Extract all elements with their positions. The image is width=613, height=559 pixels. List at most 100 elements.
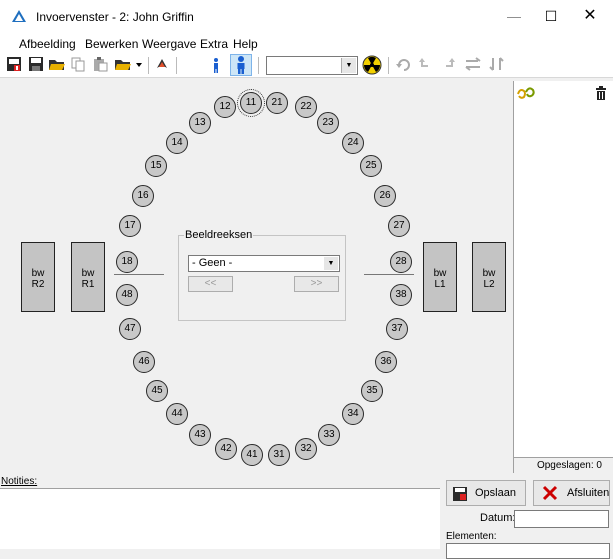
bitewing-side: L1 bbox=[434, 279, 446, 290]
rotate-icon[interactable] bbox=[396, 56, 414, 74]
tooth-34[interactable]: 34 bbox=[342, 403, 364, 425]
flip-horizontal-icon[interactable] bbox=[464, 56, 482, 74]
menu-afbeelding[interactable]: Afbeelding bbox=[19, 37, 76, 51]
jaw-divider-left bbox=[364, 274, 414, 275]
tooth-13[interactable]: 13 bbox=[189, 112, 211, 134]
tooth-18[interactable]: 18 bbox=[116, 251, 138, 273]
datum-input[interactable] bbox=[514, 510, 609, 528]
tooth-chart-canvas: 11 21 12 22 13 23 14 24 15 25 16 26 17 2… bbox=[0, 81, 512, 473]
tooth-25[interactable]: 25 bbox=[360, 155, 382, 177]
tooth-44[interactable]: 44 bbox=[166, 403, 188, 425]
tooth-17[interactable]: 17 bbox=[119, 215, 141, 237]
bitewing-label: bw bbox=[433, 268, 447, 279]
beeldreeksen-group: Beeldreeksen - Geen - ▼ << >> bbox=[178, 229, 346, 321]
bitewing-r2[interactable]: bw R2 bbox=[21, 242, 55, 312]
toolbar-separator bbox=[176, 57, 177, 74]
tooth-28[interactable]: 28 bbox=[390, 251, 412, 273]
close-button[interactable]: Afsluiten bbox=[533, 480, 610, 506]
person-small-icon[interactable] bbox=[208, 56, 226, 74]
bitewing-side: R1 bbox=[81, 279, 95, 290]
tooth-22[interactable]: 22 bbox=[295, 96, 317, 118]
tooth-23[interactable]: 23 bbox=[317, 112, 339, 134]
close-button-label: Afsluiten bbox=[567, 487, 610, 499]
redo-icon[interactable] bbox=[440, 56, 458, 74]
previous-series-button[interactable]: << bbox=[188, 276, 233, 292]
menu-weergave[interactable]: Weergave bbox=[142, 37, 196, 51]
tooth-46[interactable]: 46 bbox=[133, 351, 155, 373]
toolbar-separator bbox=[148, 57, 149, 74]
app-logo-icon bbox=[12, 10, 26, 25]
undo-icon[interactable] bbox=[418, 56, 436, 74]
beeldreeksen-select[interactable]: - Geen - ▼ bbox=[188, 255, 340, 272]
link-images-icon[interactable] bbox=[516, 86, 536, 103]
bitewing-l1[interactable]: bw L1 bbox=[423, 242, 457, 312]
open-folder-icon[interactable] bbox=[48, 56, 66, 74]
bitewing-r1[interactable]: bw R1 bbox=[71, 242, 105, 312]
menu-help[interactable]: Help bbox=[233, 37, 258, 51]
menu-bewerken[interactable]: Bewerken bbox=[85, 37, 138, 51]
beeldreeksen-value: - Geen - bbox=[192, 257, 233, 269]
elementen-list[interactable] bbox=[446, 543, 610, 559]
tooth-11[interactable]: 11 bbox=[237, 89, 265, 117]
radiation-icon[interactable] bbox=[362, 55, 382, 75]
tooth-15[interactable]: 15 bbox=[145, 155, 167, 177]
close-window-button[interactable]: ✕ bbox=[567, 0, 613, 34]
settings-icon[interactable] bbox=[154, 56, 172, 74]
tooth-45[interactable]: 45 bbox=[146, 380, 168, 402]
tooth-42[interactable]: 42 bbox=[215, 438, 237, 460]
next-series-button[interactable]: >> bbox=[294, 276, 339, 292]
tooth-32[interactable]: 32 bbox=[295, 438, 317, 460]
person-large-icon[interactable] bbox=[230, 54, 252, 76]
bitewing-side: L2 bbox=[483, 279, 495, 290]
bitewing-label: bw bbox=[81, 268, 95, 279]
notes-textarea[interactable] bbox=[0, 488, 440, 549]
toolbar-combo[interactable]: ▼ bbox=[266, 56, 358, 75]
notes-footer bbox=[0, 549, 440, 559]
chevron-down-icon[interactable]: ▼ bbox=[341, 58, 356, 73]
saved-images-panel: Opgeslagen: 0 bbox=[513, 81, 613, 473]
tooth-47[interactable]: 47 bbox=[119, 318, 141, 340]
new-icon[interactable] bbox=[6, 56, 24, 74]
tooth-31[interactable]: 31 bbox=[268, 444, 290, 466]
copy-icon[interactable] bbox=[70, 56, 88, 74]
tooth-12[interactable]: 12 bbox=[214, 96, 236, 118]
tooth-16[interactable]: 16 bbox=[132, 185, 154, 207]
paste-icon[interactable] bbox=[92, 56, 110, 74]
save-button-label: Opslaan bbox=[475, 487, 516, 499]
menu-extra[interactable]: Extra bbox=[200, 37, 228, 51]
tooth-36[interactable]: 36 bbox=[375, 351, 397, 373]
tooth-33[interactable]: 33 bbox=[318, 424, 340, 446]
tooth-48[interactable]: 48 bbox=[116, 284, 138, 306]
tooth-43[interactable]: 43 bbox=[189, 424, 211, 446]
notes-label: Notities: bbox=[1, 476, 38, 487]
save-icon bbox=[453, 486, 467, 510]
tooth-41[interactable]: 41 bbox=[241, 444, 263, 466]
tooth-26[interactable]: 26 bbox=[374, 185, 396, 207]
bitewing-side: R2 bbox=[31, 279, 45, 290]
tooth-24[interactable]: 24 bbox=[342, 132, 364, 154]
datum-label: Datum: bbox=[480, 512, 516, 524]
open-dropdown-icon[interactable] bbox=[114, 56, 144, 74]
tooth-21[interactable]: 21 bbox=[266, 92, 288, 114]
close-icon bbox=[542, 485, 558, 510]
title-bar: Invoervenster - 2: John Griffin — ☐ ✕ bbox=[0, 0, 613, 34]
bitewing-l2[interactable]: bw L2 bbox=[472, 242, 506, 312]
window-title: Invoervenster - 2: John Griffin bbox=[36, 10, 194, 24]
bitewing-label: bw bbox=[482, 268, 496, 279]
toolbar: ▼ bbox=[0, 54, 613, 78]
elementen-label: Elementen: bbox=[446, 531, 497, 542]
tooth-37[interactable]: 37 bbox=[386, 318, 408, 340]
save-button[interactable]: Opslaan bbox=[446, 480, 526, 506]
jaw-divider-right bbox=[114, 274, 164, 275]
tooth-27[interactable]: 27 bbox=[388, 215, 410, 237]
chevron-down-icon[interactable]: ▼ bbox=[324, 257, 338, 270]
trash-icon[interactable] bbox=[595, 86, 607, 103]
tooth-14[interactable]: 14 bbox=[166, 132, 188, 154]
toolbar-separator bbox=[258, 57, 259, 74]
save-icon[interactable] bbox=[28, 56, 46, 74]
menu-bar: Afbeelding Bewerken Weergave Extra Help bbox=[0, 34, 613, 54]
flip-vertical-icon[interactable] bbox=[488, 56, 506, 74]
tooth-35[interactable]: 35 bbox=[361, 380, 383, 402]
tooth-38[interactable]: 38 bbox=[390, 284, 412, 306]
toolbar-separator bbox=[388, 57, 389, 74]
